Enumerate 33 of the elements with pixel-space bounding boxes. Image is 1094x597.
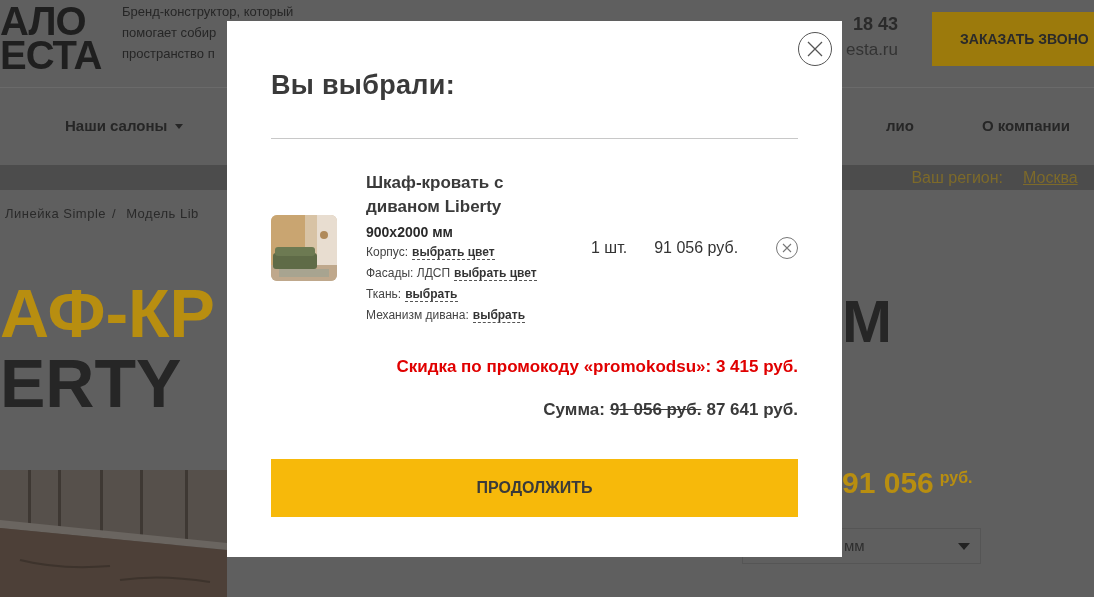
nav-link[interactable]: лио [885, 115, 914, 138]
currency-text: руб. [939, 468, 973, 488]
price-text: 91 056 руб. [654, 238, 739, 258]
tagline-text: Бренд-конструктор, который [122, 3, 294, 21]
caret-icon [958, 542, 970, 550]
product-size: 900x2000 мм [366, 222, 454, 242]
option-label: Фасады: ЛДСП [366, 264, 451, 282]
old-total-text: 91 056 руб. [609, 399, 702, 421]
tagline-text: помогает собир [122, 24, 218, 42]
total-text: 87 641 руб. [706, 399, 798, 421]
modal-title: Вы выбрали: [271, 69, 456, 102]
heading-text: М [842, 290, 893, 354]
logo-text: ЕСТА [0, 38, 103, 72]
option-link[interactable]: выбрать [472, 307, 526, 323]
discount-text: Скидка по промокоду «promokodsu»: 3 415 руб. [395, 355, 798, 378]
option-label: Механизм дивана: [366, 306, 469, 324]
continue-button[interactable]: ПРОДОЛЖИТЬ [271, 458, 798, 517]
logo-text: АЛО [0, 4, 86, 38]
heading-text: ERTY [0, 348, 183, 418]
quantity-text: 1 шт. [591, 238, 628, 258]
option-label: Корпус: [366, 243, 409, 261]
nav-link[interactable]: О компании [981, 115, 1070, 138]
total-label: Сумма: [543, 399, 605, 421]
option-link[interactable]: выбрать цвет [454, 265, 537, 281]
product-name: Шкаф-кровать с диваном Liberty [366, 171, 505, 218]
heading-text: АФ-КР [0, 278, 216, 348]
option-link[interactable]: выбрать [405, 286, 458, 302]
price-text: 91 056 [842, 466, 934, 500]
nav-link[interactable]: Наши салоны [65, 115, 184, 138]
option-link[interactable]: выбрать цвет [412, 244, 495, 260]
breadcrumb-separator: / [112, 205, 117, 224]
option-label: Ткань: [366, 285, 402, 303]
callback-button[interactable]: ЗАКАЗАТЬ ЗВОНО [932, 12, 1094, 66]
